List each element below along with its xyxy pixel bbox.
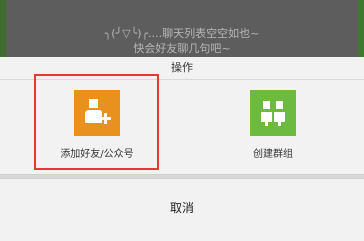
empty-chat-message: ╮(╯▽╰)╭....聊天列表空空如也~ bbox=[104, 27, 260, 40]
empty-chat-hint: 快会好友聊几句吧~ bbox=[133, 42, 231, 55]
create-group-button[interactable]: 创建群组 bbox=[218, 90, 328, 166]
add-friend-button[interactable]: 添加好友/公众号 bbox=[42, 90, 152, 166]
action-sheet: 操作 添加好友/公众号 创建群组 取消 bbox=[0, 57, 364, 241]
add-friend-label: 添加好友/公众号 bbox=[60, 149, 134, 160]
add-friend-icon bbox=[74, 90, 120, 136]
create-group-icon bbox=[250, 90, 296, 136]
create-group-label: 创建群组 bbox=[253, 149, 293, 160]
cancel-button[interactable]: 取消 bbox=[0, 179, 364, 241]
